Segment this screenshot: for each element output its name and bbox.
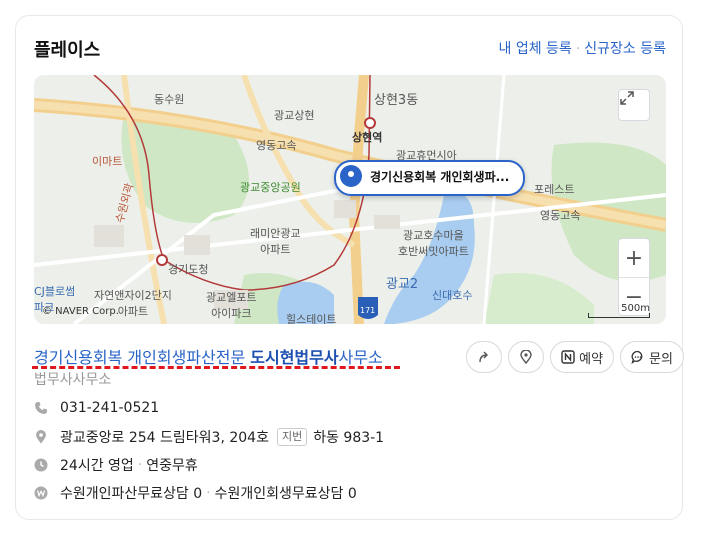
map-view[interactable]: 상현3동 상현역 광교상현 동수원 이마트 광교중앙공원 영동고속 영동고속 광… bbox=[34, 75, 666, 324]
naver-copyright: © NAVER Corp. bbox=[42, 306, 119, 317]
keyword-2[interactable]: 수원개인회생무료상담 0 bbox=[215, 483, 357, 503]
keyword-1[interactable]: 수원개인파산무료상담 0 bbox=[60, 483, 202, 503]
action-buttons: 예약 문의 bbox=[466, 341, 684, 373]
map-label-hillstate: 힐스테이트 bbox=[286, 313, 337, 324]
place-name-link[interactable]: 경기신용회복 개인회생파산전문 도시현법무사사무소 bbox=[34, 344, 383, 368]
place-name-part1: 경기신용회복 개인회생파산전문 bbox=[34, 348, 251, 367]
save-place-button[interactable] bbox=[508, 341, 545, 373]
map-label-gwanggyo-park: 광교중앙공원 bbox=[240, 181, 301, 194]
share-icon bbox=[479, 351, 489, 363]
hours-text: 24시간 영업 bbox=[60, 458, 134, 474]
place-name-bold: 도시현법무사 bbox=[250, 348, 339, 367]
chat-bubble-icon bbox=[631, 350, 643, 364]
phone-number[interactable]: 031-241-0521 bbox=[60, 400, 159, 416]
expand-map-button[interactable] bbox=[618, 89, 650, 121]
reserve-button[interactable]: 예약 bbox=[550, 341, 615, 373]
map-label-gwanggyo-sanghyeon: 광교상현 bbox=[274, 109, 315, 122]
clock-icon bbox=[34, 458, 48, 472]
inquiry-label: 문의 bbox=[649, 351, 673, 367]
register-business-link[interactable]: 내 업체 등록 bbox=[499, 41, 572, 57]
location-pin-icon bbox=[340, 165, 362, 187]
separator-dot: · bbox=[575, 41, 581, 57]
map-label-forest: 포레스트 bbox=[534, 183, 575, 196]
location-icon bbox=[36, 430, 46, 444]
phone-row: 031-241-0521 bbox=[34, 400, 159, 416]
zoom-in-button[interactable]: + bbox=[619, 239, 649, 277]
jibun-address: 하동 983-1 bbox=[313, 430, 385, 446]
map-label-emart: 이마트 bbox=[92, 155, 123, 168]
map-label-gwanggyo2: 광교2 bbox=[386, 277, 419, 292]
header-links: 내 업체 등록 · 신규장소 등록 bbox=[499, 38, 667, 58]
place-category: 법무사사무소 bbox=[34, 372, 112, 388]
map-label-sanghyeon3: 상현3동 bbox=[374, 93, 419, 108]
map-pin-text: 경기신용회복 개인회생파... bbox=[370, 170, 510, 184]
phone-icon bbox=[35, 402, 47, 414]
section-title: 플레이스 bbox=[34, 40, 101, 61]
map-label-dongsuwon: 동수원 bbox=[154, 93, 185, 106]
map-pin-label[interactable]: 경기신용회복 개인회생파... bbox=[334, 160, 526, 196]
map-label-gyeonggi-office: 경기도청 bbox=[168, 263, 209, 276]
separator-dot: · bbox=[206, 485, 211, 501]
map-label-highway-2: 영동고속 bbox=[540, 209, 581, 222]
map-label-lake-village: 광교호수마을 호반써밋아파트 bbox=[398, 229, 469, 258]
place-name-part2: 사무소 bbox=[338, 348, 383, 367]
route-shield-label: 171 bbox=[360, 306, 376, 315]
naver-reserve-icon bbox=[561, 350, 575, 364]
map-pin-icon bbox=[520, 350, 532, 364]
inquiry-button[interactable]: 문의 bbox=[620, 341, 684, 373]
hours-row: 24시간 영업 · 연중무휴 bbox=[34, 455, 198, 475]
map-label-elport: 광교엘포트 아이파크 bbox=[206, 291, 257, 320]
holiday-text: 연중무휴 bbox=[146, 458, 198, 474]
expand-icon bbox=[620, 91, 634, 105]
share-button[interactable] bbox=[466, 341, 503, 373]
jibun-badge[interactable]: 지번 bbox=[276, 428, 308, 446]
map-label-sanghyeon-station: 상현역 bbox=[352, 131, 383, 144]
map-label-highway: 영동고속 bbox=[256, 139, 297, 152]
register-new-place-link[interactable]: 신규장소 등록 bbox=[584, 41, 666, 57]
address-text: 광교중앙로 254 드림타워3, 204호 bbox=[60, 430, 269, 446]
map-scale-bar bbox=[588, 313, 650, 318]
keyword-icon bbox=[34, 486, 48, 500]
keyword-row: 수원개인파산무료상담 0 · 수원개인회생무료상담 0 bbox=[34, 483, 357, 503]
map-label-raemian: 래미안광교 아파트 bbox=[250, 227, 301, 256]
address-row: 광교중앙로 254 드림타워3, 204호 지번 하동 983-1 bbox=[34, 427, 384, 447]
separator-dot: · bbox=[137, 457, 143, 473]
reserve-label: 예약 bbox=[579, 351, 604, 367]
map-label-sindae-lake: 신대호수 bbox=[432, 289, 473, 302]
